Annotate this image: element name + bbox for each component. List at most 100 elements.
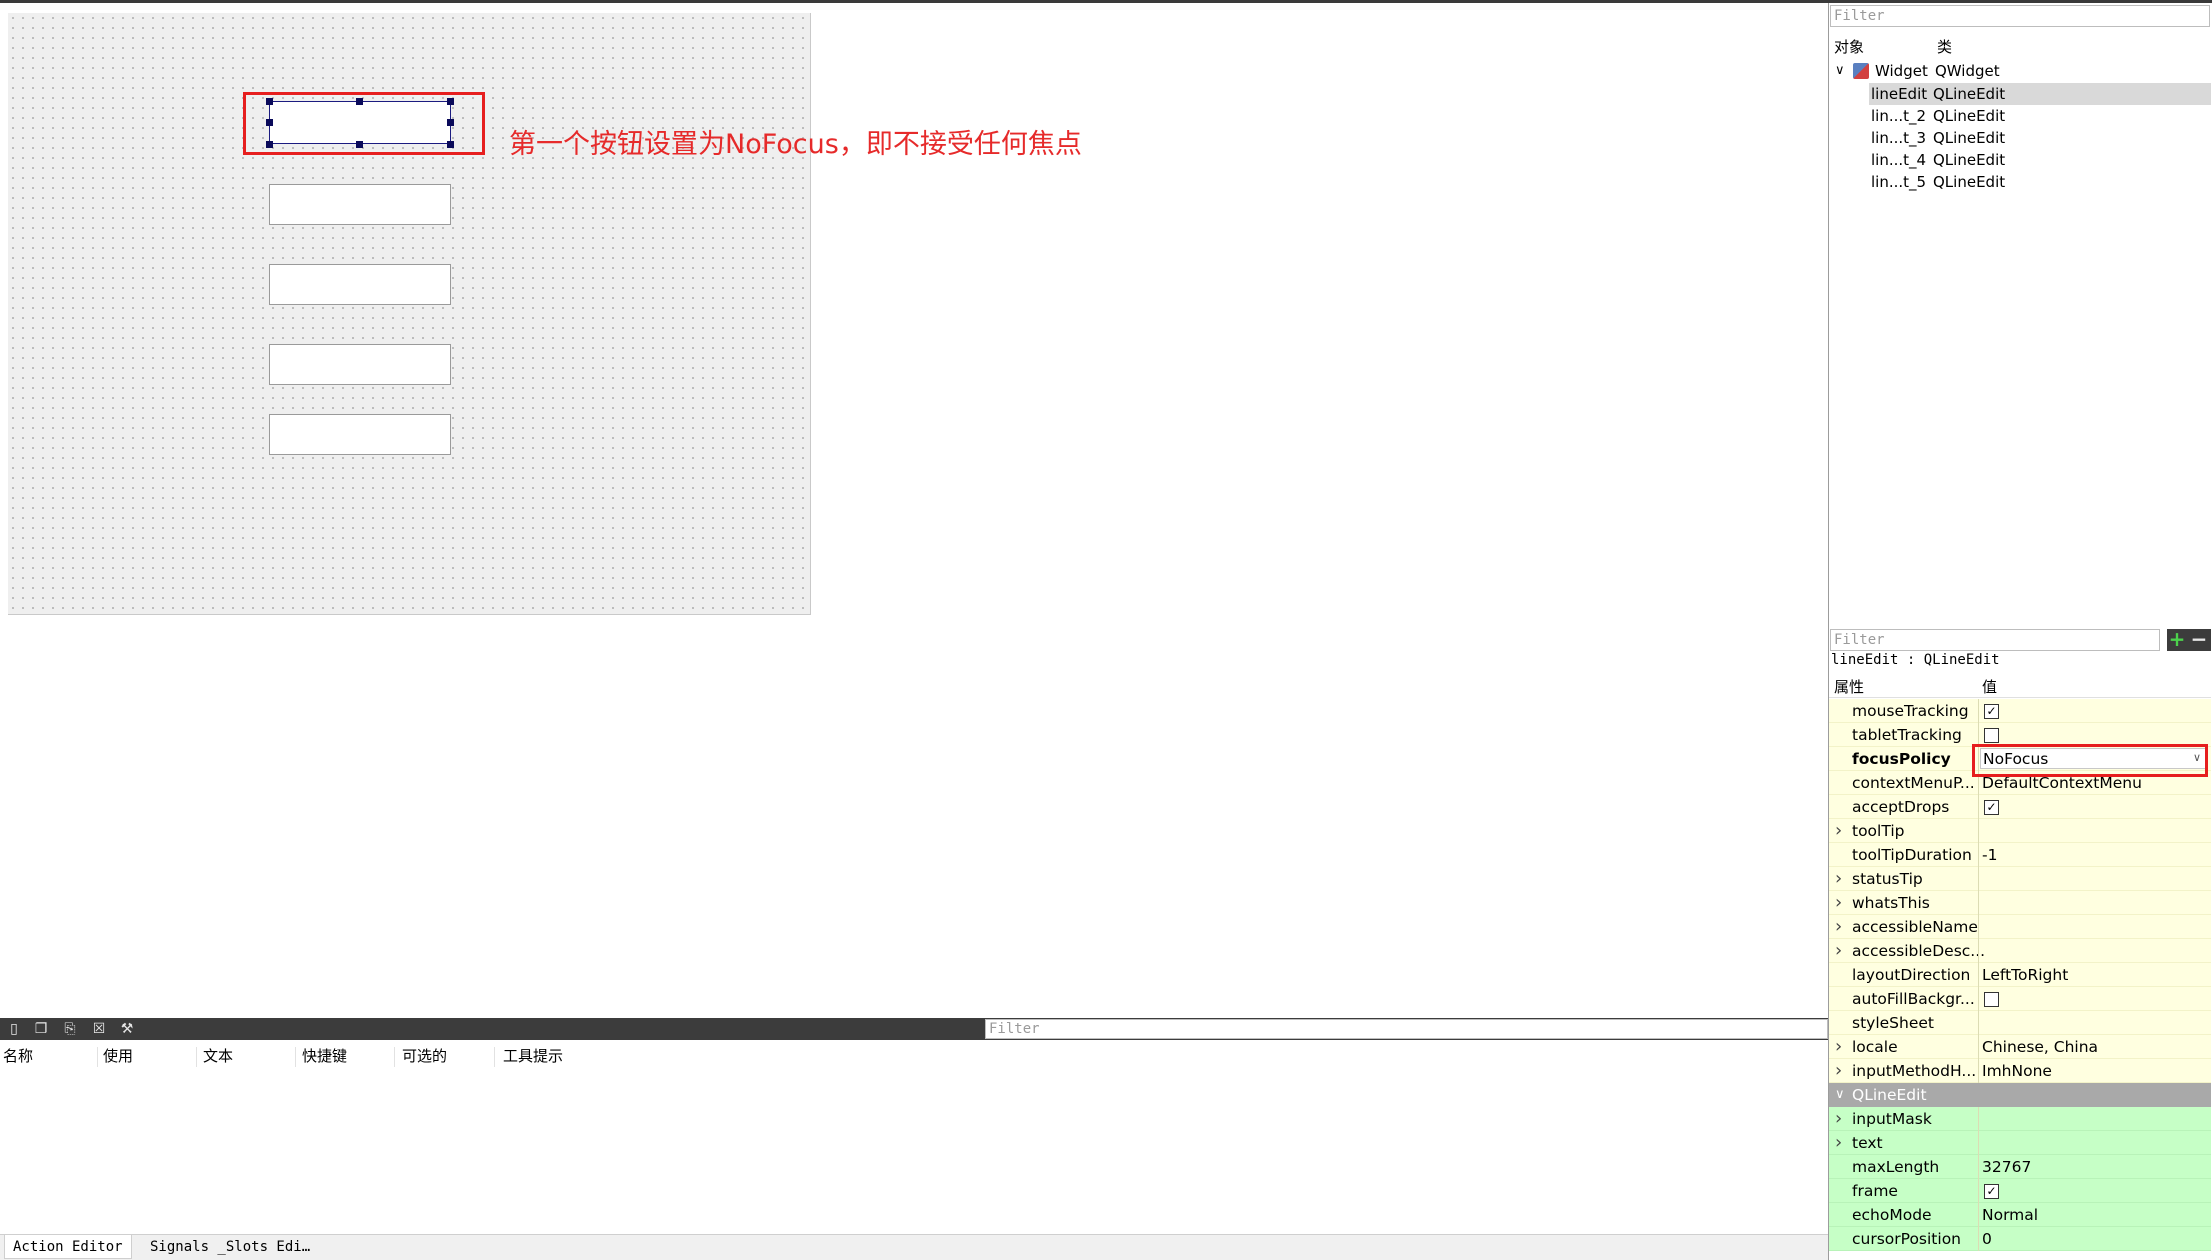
property-row[interactable]: › inputMethodH... ImhNone: [1829, 1059, 2211, 1083]
property-row[interactable]: mouseTracking ✓: [1829, 699, 2211, 723]
chevron-right-icon[interactable]: ›: [1835, 1059, 1842, 1083]
class-column-header[interactable]: 类: [1937, 36, 1952, 57]
property-section-qlineedit[interactable]: ∨ QLineEdit: [1829, 1083, 2211, 1107]
plus-icon[interactable]: +: [2167, 629, 2187, 651]
column-separator: [1978, 1227, 1979, 1251]
column-tooltip[interactable]: 工具提示: [503, 1045, 563, 1066]
property-row[interactable]: toolTipDuration -1: [1829, 843, 2211, 867]
property-checkbox[interactable]: [1984, 728, 1999, 743]
property-value[interactable]: Normal: [1982, 1203, 2038, 1227]
chevron-right-icon[interactable]: ›: [1835, 819, 1842, 843]
tree-row-object[interactable]: lineEdit QLineEdit: [1869, 83, 2211, 105]
property-name: inputMask: [1852, 1110, 1932, 1128]
widget-form-icon: [1853, 63, 1869, 79]
line-edit-4[interactable]: [269, 344, 451, 385]
chevron-right-icon[interactable]: ›: [1835, 1035, 1842, 1059]
property-row[interactable]: › accessibleName: [1829, 915, 2211, 939]
column-separator: [97, 1047, 98, 1067]
property-row[interactable]: › inputMask: [1829, 1107, 2211, 1131]
column-used[interactable]: 使用: [103, 1045, 133, 1066]
property-row[interactable]: acceptDrops ✓: [1829, 795, 2211, 819]
tree-row-object[interactable]: lin...t_2 QLineEdit: [1869, 105, 2211, 127]
property-row[interactable]: › accessibleDesc...: [1829, 939, 2211, 963]
tree-object-name: lin...t_3: [1871, 129, 1927, 147]
property-value[interactable]: -1: [1982, 843, 1997, 867]
section-title: QLineEdit: [1852, 1086, 1927, 1104]
configure-icon[interactable]: ⚒: [119, 1021, 135, 1037]
property-row[interactable]: layoutDirection LeftToRight: [1829, 963, 2211, 987]
column-text[interactable]: 文本: [203, 1045, 233, 1066]
property-checkbox[interactable]: [1984, 992, 1999, 1007]
object-column-header[interactable]: 对象: [1834, 36, 1864, 57]
property-name: contextMenuP...: [1852, 774, 1975, 792]
object-filter-input[interactable]: Filter: [1830, 5, 2210, 27]
property-row[interactable]: › toolTip: [1829, 819, 2211, 843]
bottom-tab-bar: Action Editor Signals _Slots Edi…: [0, 1234, 1828, 1260]
tree-row-widget[interactable]: ∨ Widget QWidget: [1831, 60, 2211, 82]
annotation-box-lineedit: [243, 92, 485, 155]
chevron-down-icon[interactable]: ∨: [1835, 1083, 1845, 1107]
column-separator: [1978, 1107, 1979, 1131]
column-separator: [1978, 1035, 1979, 1059]
property-value[interactable]: ImhNone: [1982, 1059, 2052, 1083]
minus-icon[interactable]: −: [2187, 629, 2211, 651]
property-value[interactable]: 0: [1982, 1227, 1992, 1251]
copy-icon[interactable]: ❐: [33, 1021, 49, 1037]
chevron-right-icon[interactable]: ›: [1835, 939, 1842, 963]
line-edit-2[interactable]: [269, 184, 451, 225]
column-shortcut[interactable]: 快捷键: [302, 1045, 347, 1066]
value-column-header[interactable]: 值: [1982, 676, 1997, 697]
chevron-right-icon[interactable]: ›: [1835, 867, 1842, 891]
action-editor-toolbar: ▯ ❐ ⎘ ☒ ⚒ Filter: [0, 1018, 1828, 1040]
property-row[interactable]: autoFillBackgr...: [1829, 987, 2211, 1011]
property-row[interactable]: frame ✓: [1829, 1179, 2211, 1203]
column-separator: [295, 1047, 296, 1067]
property-row[interactable]: styleSheet: [1829, 1011, 2211, 1035]
property-filter-input[interactable]: Filter: [1830, 629, 2160, 651]
tab-signals-slots-editor[interactable]: Signals _Slots Edi…: [142, 1235, 318, 1259]
tree-object-name: lin...t_2: [1871, 107, 1927, 125]
property-row[interactable]: maxLength 32767: [1829, 1155, 2211, 1179]
property-row[interactable]: › locale Chinese, China: [1829, 1035, 2211, 1059]
property-value[interactable]: Chinese, China: [1982, 1035, 2098, 1059]
column-separator: [394, 1047, 395, 1067]
chevron-right-icon[interactable]: ›: [1835, 891, 1842, 915]
property-column-header[interactable]: 属性: [1834, 676, 1864, 697]
property-checkbox[interactable]: ✓: [1984, 1184, 1999, 1199]
property-name: echoMode: [1852, 1206, 1932, 1224]
column-checkable[interactable]: 可选的: [402, 1045, 447, 1066]
column-separator: [1978, 867, 1979, 891]
column-separator: [1978, 1131, 1979, 1155]
tree-row-object[interactable]: lin...t_5 QLineEdit: [1869, 171, 2211, 193]
tree-row-object[interactable]: lin...t_3 QLineEdit: [1869, 127, 2211, 149]
property-value[interactable]: 32767: [1982, 1155, 2031, 1179]
property-name: toolTip: [1852, 822, 1905, 840]
column-separator: [1978, 987, 1979, 1011]
property-checkbox[interactable]: ✓: [1984, 704, 1999, 719]
tree-row-object[interactable]: lin...t_4 QLineEdit: [1869, 149, 2211, 171]
action-filter-input[interactable]: Filter: [985, 1019, 1828, 1039]
property-checkbox[interactable]: ✓: [1984, 800, 1999, 815]
chevron-right-icon[interactable]: ›: [1835, 1131, 1842, 1155]
property-name: maxLength: [1852, 1158, 1940, 1176]
paste-icon[interactable]: ⎘: [62, 1021, 78, 1037]
column-separator: [1978, 939, 1979, 963]
property-row[interactable]: › statusTip: [1829, 867, 2211, 891]
property-row[interactable]: cursorPosition 0: [1829, 1227, 2211, 1251]
tab-action-editor[interactable]: Action Editor: [4, 1235, 132, 1259]
column-name[interactable]: 名称: [3, 1045, 33, 1066]
property-row[interactable]: › whatsThis: [1829, 891, 2211, 915]
property-row[interactable]: echoMode Normal: [1829, 1203, 2211, 1227]
new-action-icon[interactable]: ▯: [6, 1021, 22, 1037]
property-name: autoFillBackgr...: [1852, 990, 1975, 1008]
tree-object-class: QLineEdit: [1933, 151, 2006, 169]
property-value[interactable]: LeftToRight: [1982, 963, 2068, 987]
chevron-right-icon[interactable]: ›: [1835, 915, 1842, 939]
line-edit-3[interactable]: [269, 264, 451, 305]
chevron-right-icon[interactable]: ›: [1835, 1107, 1842, 1131]
delete-icon[interactable]: ☒: [91, 1021, 107, 1037]
column-separator: [1978, 915, 1979, 939]
line-edit-5[interactable]: [269, 414, 451, 455]
property-row[interactable]: › text: [1829, 1131, 2211, 1155]
chevron-down-icon[interactable]: ∨: [1835, 60, 1845, 82]
